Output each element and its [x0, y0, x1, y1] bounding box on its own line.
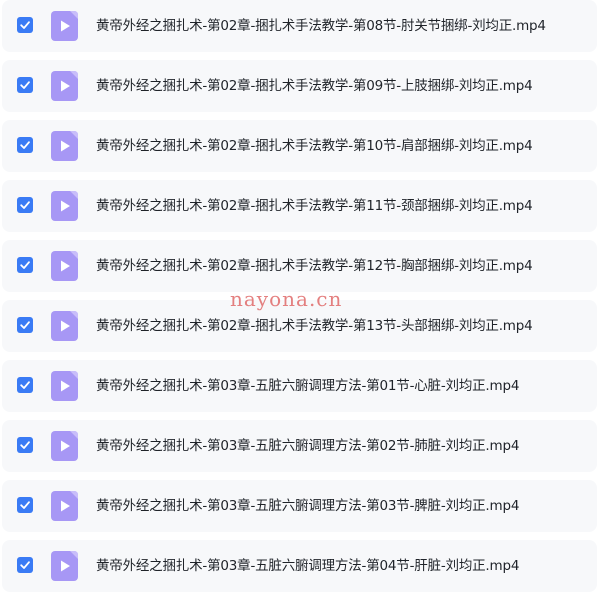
file-name[interactable]: 黄帝外经之捆扎术-第02章-捆扎术手法教学-第09节-上肢捆绑-刘均正.mp4 [96, 60, 533, 112]
video-file-icon [51, 251, 78, 281]
video-file-icon [51, 491, 78, 521]
file-row[interactable]: 黄帝外经之捆扎术-第03章-五脏六腑调理方法-第03节-脾脏-刘均正.mp4 [2, 480, 597, 532]
video-file-icon [51, 71, 78, 101]
file-row[interactable]: 黄帝外经之捆扎术-第03章-五脏六腑调理方法-第01节-心脏-刘均正.mp4 [2, 360, 597, 412]
file-name[interactable]: 黄帝外经之捆扎术-第02章-捆扎术手法教学-第08节-肘关节捆绑-刘均正.mp4 [96, 0, 546, 52]
video-file-icon [51, 191, 78, 221]
file-name[interactable]: 黄帝外经之捆扎术-第03章-五脏六腑调理方法-第01节-心脏-刘均正.mp4 [96, 360, 519, 412]
file-name[interactable]: 黄帝外经之捆扎术-第02章-捆扎术手法教学-第12节-胸部捆绑-刘均正.mp4 [96, 240, 533, 292]
video-file-icon [51, 11, 78, 41]
file-name[interactable]: 黄帝外经之捆扎术-第02章-捆扎术手法教学-第10节-肩部捆绑-刘均正.mp4 [96, 120, 533, 172]
checkbox-checked-icon[interactable] [17, 197, 33, 213]
file-name[interactable]: 黄帝外经之捆扎术-第03章-五脏六腑调理方法-第03节-脾脏-刘均正.mp4 [96, 480, 519, 532]
file-name[interactable]: 黄帝外经之捆扎术-第02章-捆扎术手法教学-第11节-颈部捆绑-刘均正.mp4 [96, 180, 533, 232]
file-name[interactable]: 黄帝外经之捆扎术-第03章-五脏六腑调理方法-第02节-肺脏-刘均正.mp4 [96, 420, 519, 472]
file-row[interactable]: 黄帝外经之捆扎术-第02章-捆扎术手法教学-第12节-胸部捆绑-刘均正.mp4 [2, 240, 597, 292]
checkbox-checked-icon[interactable] [17, 137, 33, 153]
checkbox-checked-icon[interactable] [17, 377, 33, 393]
file-row[interactable]: 黄帝外经之捆扎术-第02章-捆扎术手法教学-第09节-上肢捆绑-刘均正.mp4 [2, 60, 597, 112]
video-file-icon [51, 311, 78, 341]
file-row[interactable]: 黄帝外经之捆扎术-第02章-捆扎术手法教学-第11节-颈部捆绑-刘均正.mp4 [2, 180, 597, 232]
checkbox-checked-icon[interactable] [17, 77, 33, 93]
video-file-icon [51, 431, 78, 461]
file-row[interactable]: 黄帝外经之捆扎术-第02章-捆扎术手法教学-第13节-头部捆绑-刘均正.mp4 [2, 300, 597, 352]
file-list: 黄帝外经之捆扎术-第02章-捆扎术手法教学-第08节-肘关节捆绑-刘均正.mp4… [0, 0, 597, 596]
file-row[interactable]: 黄帝外经之捆扎术-第02章-捆扎术手法教学-第10节-肩部捆绑-刘均正.mp4 [2, 120, 597, 172]
checkbox-checked-icon[interactable] [17, 497, 33, 513]
file-row[interactable]: 黄帝外经之捆扎术-第02章-捆扎术手法教学-第08节-肘关节捆绑-刘均正.mp4 [2, 0, 597, 52]
checkbox-checked-icon[interactable] [17, 17, 33, 33]
checkbox-checked-icon[interactable] [17, 437, 33, 453]
checkbox-checked-icon[interactable] [17, 257, 33, 273]
video-file-icon [51, 371, 78, 401]
file-name[interactable]: 黄帝外经之捆扎术-第02章-捆扎术手法教学-第13节-头部捆绑-刘均正.mp4 [96, 300, 533, 352]
video-file-icon [51, 551, 78, 581]
checkbox-checked-icon[interactable] [17, 557, 33, 573]
file-row[interactable]: 黄帝外经之捆扎术-第03章-五脏六腑调理方法-第04节-肝脏-刘均正.mp4 [2, 540, 597, 592]
file-row[interactable]: 黄帝外经之捆扎术-第03章-五脏六腑调理方法-第02节-肺脏-刘均正.mp4 [2, 420, 597, 472]
file-name[interactable]: 黄帝外经之捆扎术-第03章-五脏六腑调理方法-第04节-肝脏-刘均正.mp4 [96, 540, 519, 592]
video-file-icon [51, 131, 78, 161]
checkbox-checked-icon[interactable] [17, 317, 33, 333]
